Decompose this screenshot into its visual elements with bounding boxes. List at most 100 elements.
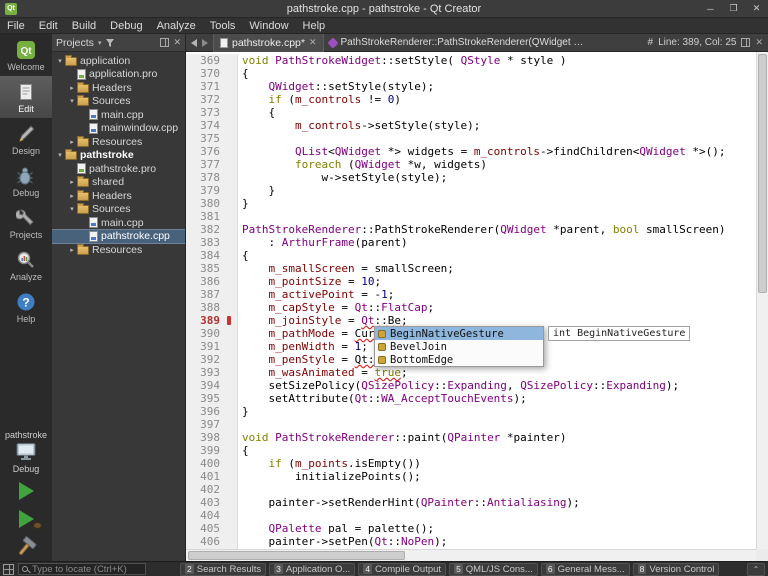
code-line-395[interactable]: 395 setAttribute(Qt::WA_AcceptTouchEvent… [186,392,756,405]
code-line-405[interactable]: 405 QPalette pal = palette(); [186,522,756,535]
mode-analyze[interactable]: Analyze [0,244,52,286]
vertical-scrollbar[interactable] [756,52,768,549]
expand-icon[interactable]: ▸ [67,246,77,254]
code-line-374[interactable]: 374 m_controls->setStyle(style); [186,119,756,132]
expand-icon[interactable]: ▸ [67,84,77,92]
locator-menu-icon[interactable] [3,564,14,575]
editor[interactable]: 369void PathStrokeWidget::setStyle( QSty… [186,52,768,561]
horizontal-scrollbar[interactable] [186,549,756,561]
code-line-399[interactable]: 399{ [186,444,756,457]
forward-icon[interactable] [202,39,208,47]
code-line-375[interactable]: 375 [186,132,756,145]
tree-item-main.cpp[interactable]: main.cpp [52,108,185,122]
tree-item-Headers[interactable]: ▸Headers [52,81,185,95]
locator-input[interactable]: Type to locate (Ctrl+K) [18,563,146,575]
output-pane-button-8[interactable]: 8Version Control [633,563,720,576]
tree-item-main.cpp[interactable]: main.cpp [52,216,185,230]
close-button[interactable]: ✕ [745,0,768,17]
code-line-379[interactable]: 379 } [186,184,756,197]
code-line-369[interactable]: 369void PathStrokeWidget::setStyle( QSty… [186,54,756,67]
menu-edit[interactable]: Edit [32,18,65,33]
output-pane-button-2[interactable]: 2Search Results [180,563,266,576]
menu-tools[interactable]: Tools [203,18,243,33]
tree-item-shared[interactable]: ▸shared [52,176,185,190]
collapse-icon[interactable]: ▾ [55,57,65,65]
code-line-386[interactable]: 386 m_pointSize = 10; [186,275,756,288]
collapse-icon[interactable]: ▾ [67,97,77,105]
tree-item-pathstroke[interactable]: ▾pathstroke [52,149,185,163]
output-pane-toggle[interactable]: ⌃ [747,563,765,576]
code-line-383[interactable]: 383 : ArthurFrame(parent) [186,236,756,249]
vertical-scrollbar-thumb[interactable] [758,54,767,293]
code-line-370[interactable]: 370{ [186,67,756,80]
menu-analyze[interactable]: Analyze [150,18,203,33]
maximize-button[interactable]: ❐ [722,0,745,17]
tree-item-Sources[interactable]: ▾Sources [52,95,185,109]
code-line-396[interactable]: 396} [186,405,756,418]
code-line-401[interactable]: 401 initializePoints(); [186,470,756,483]
menu-window[interactable]: Window [242,18,295,33]
code-line-377[interactable]: 377 foreach (QWidget *w, widgets) [186,158,756,171]
back-icon[interactable] [191,39,197,47]
tree-item-pathstroke.cpp[interactable]: pathstroke.cpp [52,230,185,244]
output-pane-button-6[interactable]: 6General Mess... [541,563,630,576]
mode-help[interactable]: ? Help [0,286,52,328]
mode-welcome[interactable]: Qt Welcome [0,34,52,76]
hash-icon[interactable]: # [648,37,654,48]
build-button[interactable] [0,533,52,561]
completion-item-BeginNativeGesture[interactable]: BeginNativeGesture [375,327,543,340]
output-pane-button-4[interactable]: 4Compile Output [358,563,446,576]
code-line-376[interactable]: 376 QList<QWidget *> widgets = m_control… [186,145,756,158]
split-editor-icon[interactable] [741,38,750,47]
open-document-tab[interactable]: pathstroke.cpp* ✕ [213,34,324,52]
mode-edit[interactable]: Edit [0,76,52,118]
completion-item-BottomEdge[interactable]: BottomEdge [375,353,543,366]
projects-pane-title[interactable]: Projects [56,37,94,49]
code-line-372[interactable]: 372 if (m_controls != 0) [186,93,756,106]
code-line-400[interactable]: 400 if (m_points.isEmpty()) [186,457,756,470]
tree-item-application[interactable]: ▾application [52,54,185,68]
code-line-402[interactable]: 402 [186,483,756,496]
tree-item-Headers[interactable]: ▸Headers [52,189,185,203]
tree-item-mainwindow.cpp[interactable]: mainwindow.cpp [52,122,185,136]
code-line-397[interactable]: 397 [186,418,756,431]
tab-close-icon[interactable]: ✕ [309,37,317,48]
filter-icon[interactable] [105,38,115,48]
menu-file[interactable]: File [0,18,32,33]
code-line-387[interactable]: 387 m_activePoint = -1; [186,288,756,301]
code-line-381[interactable]: 381 [186,210,756,223]
code-line-403[interactable]: 403 painter->setRenderHint(QPainter::Ant… [186,496,756,509]
mode-projects[interactable]: Projects [0,202,52,244]
close-editor-icon[interactable]: ✕ [755,37,763,48]
mode-design[interactable]: Design [0,118,52,160]
tree-item-application.pro[interactable]: application.pro [52,68,185,82]
code-line-388[interactable]: 388 m_capStyle = Qt::FlatCap; [186,301,756,314]
run-button[interactable] [0,477,52,505]
code-line-398[interactable]: 398void PathStrokeRenderer::paint(QPaint… [186,431,756,444]
collapse-icon[interactable]: ▾ [55,151,65,159]
collapse-icon[interactable]: ▾ [67,205,77,213]
code-area[interactable]: 369void PathStrokeWidget::setStyle( QSty… [186,52,756,549]
code-line-384[interactable]: 384{ [186,249,756,262]
code-line-394[interactable]: 394 setSizePolicy(QSizePolicy::Expanding… [186,379,756,392]
code-line-380[interactable]: 380} [186,197,756,210]
tree-item-Resources[interactable]: ▸Resources [52,243,185,257]
completion-item-BevelJoin[interactable]: BevelJoin [375,340,543,353]
output-pane-button-5[interactable]: 5QML/JS Cons... [449,563,538,576]
mode-debug[interactable]: Debug [0,160,52,202]
expand-icon[interactable]: ▸ [67,138,77,146]
kit-selector[interactable]: pathstroke Debug [0,427,52,477]
chevron-down-icon[interactable]: ▾ [98,39,102,47]
code-line-371[interactable]: 371 QWidget::setStyle(style); [186,80,756,93]
split-icon[interactable] [160,38,169,47]
tree-item-Resources[interactable]: ▸Resources [52,135,185,149]
tree-item-Sources[interactable]: ▾Sources [52,203,185,217]
code-line-406[interactable]: 406 painter->setPen(Qt::NoPen); [186,535,756,548]
code-line-393[interactable]: 393 m_wasAnimated = true; [186,366,756,379]
menu-build[interactable]: Build [65,18,103,33]
code-line-385[interactable]: 385 m_smallScreen = smallScreen; [186,262,756,275]
menu-help[interactable]: Help [296,18,333,33]
code-line-373[interactable]: 373 { [186,106,756,119]
menu-debug[interactable]: Debug [103,18,149,33]
expand-icon[interactable]: ▸ [67,178,77,186]
